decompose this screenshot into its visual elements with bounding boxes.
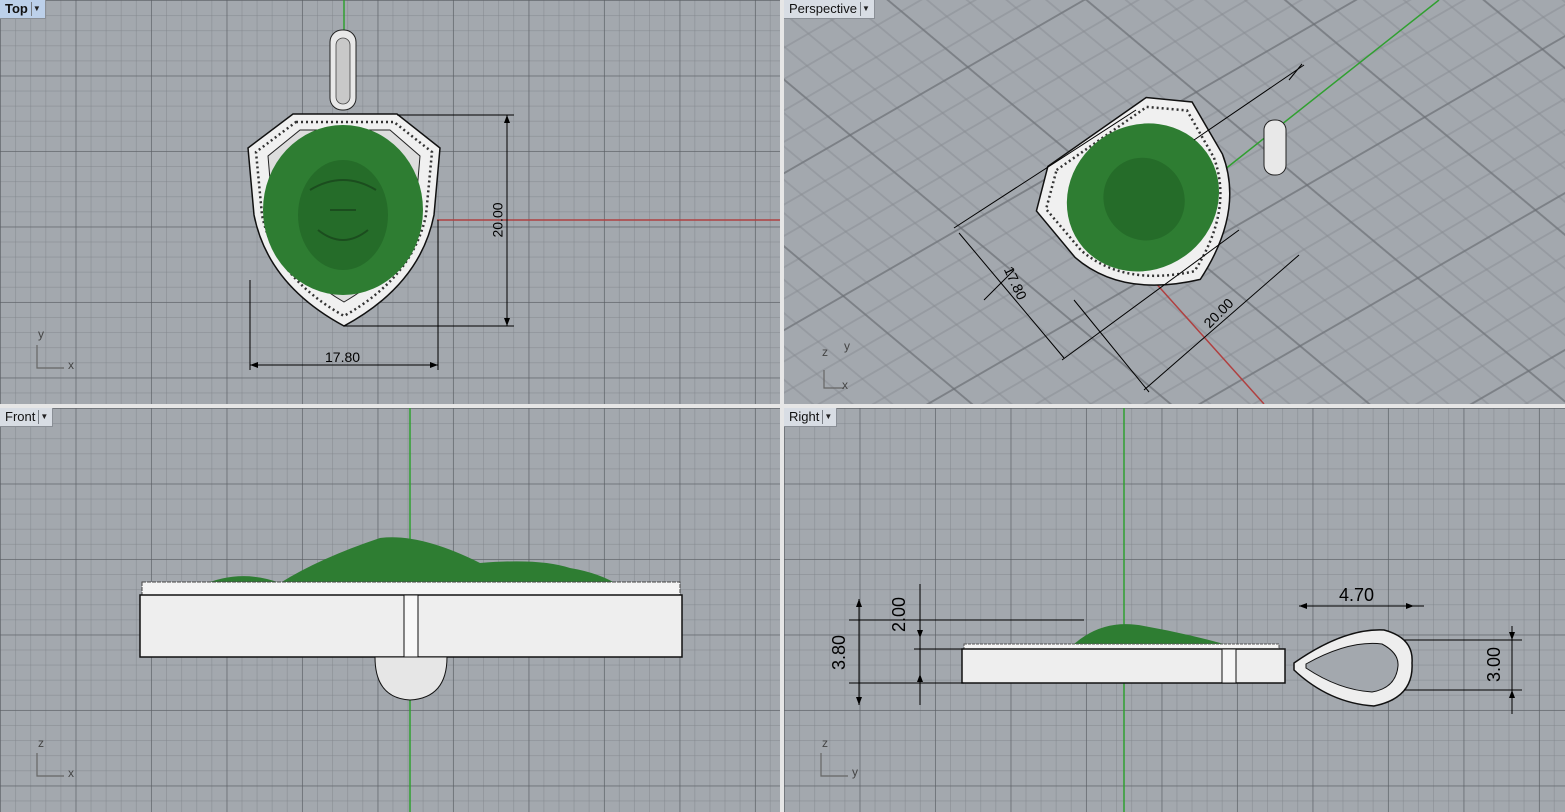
- viewport-top[interactable]: 17.80 20.00 y x Top ▼: [0, 0, 780, 404]
- axis-icon: [36, 345, 64, 369]
- tab-right-label: Right: [789, 409, 820, 424]
- tab-right[interactable]: Right ▼: [784, 408, 838, 427]
- tab-front-label: Front: [5, 409, 36, 424]
- axis-label-x: x: [68, 358, 74, 372]
- right-dim-bail-height: 3.00: [1484, 646, 1505, 683]
- viewport-front[interactable]: z x Front ▼: [0, 408, 780, 812]
- chevron-down-icon[interactable]: ▼: [38, 409, 49, 424]
- axis-icon: [36, 753, 64, 777]
- tab-front[interactable]: Front ▼: [0, 408, 54, 427]
- perspective-view-drawing: [823, 0, 1440, 404]
- viewport-right[interactable]: 2.00 3.80 4.70 3.00 z y Right ▼: [784, 408, 1565, 812]
- axis-label-x: x: [842, 378, 848, 392]
- axis-label-z: z: [822, 736, 828, 750]
- front-view-drawing: [36, 408, 683, 812]
- axis-label-z: z: [822, 345, 828, 359]
- bail-shape: [1263, 119, 1287, 176]
- pendant-body: [961, 648, 1286, 684]
- x-axis-line: [1143, 269, 1265, 404]
- axis-label-y: y: [38, 327, 44, 341]
- tab-perspective-label: Perspective: [789, 1, 857, 16]
- chevron-down-icon[interactable]: ▼: [822, 409, 833, 424]
- viewport-divider-horizontal[interactable]: [0, 404, 1565, 408]
- bail-shape: [374, 656, 448, 701]
- right-dim-total: 3.80: [829, 634, 850, 671]
- chevron-down-icon[interactable]: ▼: [30, 1, 42, 16]
- chevron-down-icon[interactable]: ▼: [859, 1, 871, 16]
- viewport-perspective[interactable]: 17.80 20.00 z y x Perspective ▼: [784, 0, 1565, 404]
- right-dim-depth: 2.00: [889, 596, 910, 633]
- axis-label-y: y: [844, 339, 850, 353]
- tab-top[interactable]: Top ▼: [0, 0, 46, 19]
- axis-icon: [820, 753, 848, 777]
- tab-perspective[interactable]: Perspective ▼: [784, 0, 875, 19]
- y-axis-line: [1223, 0, 1440, 171]
- axis-label-y: y: [852, 765, 858, 779]
- lion-head-profile: [1074, 624, 1224, 644]
- bead-row: [141, 581, 681, 597]
- axis-label-x: x: [68, 766, 74, 780]
- tab-top-label: Top: [5, 1, 28, 16]
- axis-icon: [823, 370, 844, 389]
- right-dim-bail-length: 4.70: [1339, 585, 1375, 605]
- lion-head-profile: [200, 537, 620, 586]
- axis-label-z: z: [38, 736, 44, 750]
